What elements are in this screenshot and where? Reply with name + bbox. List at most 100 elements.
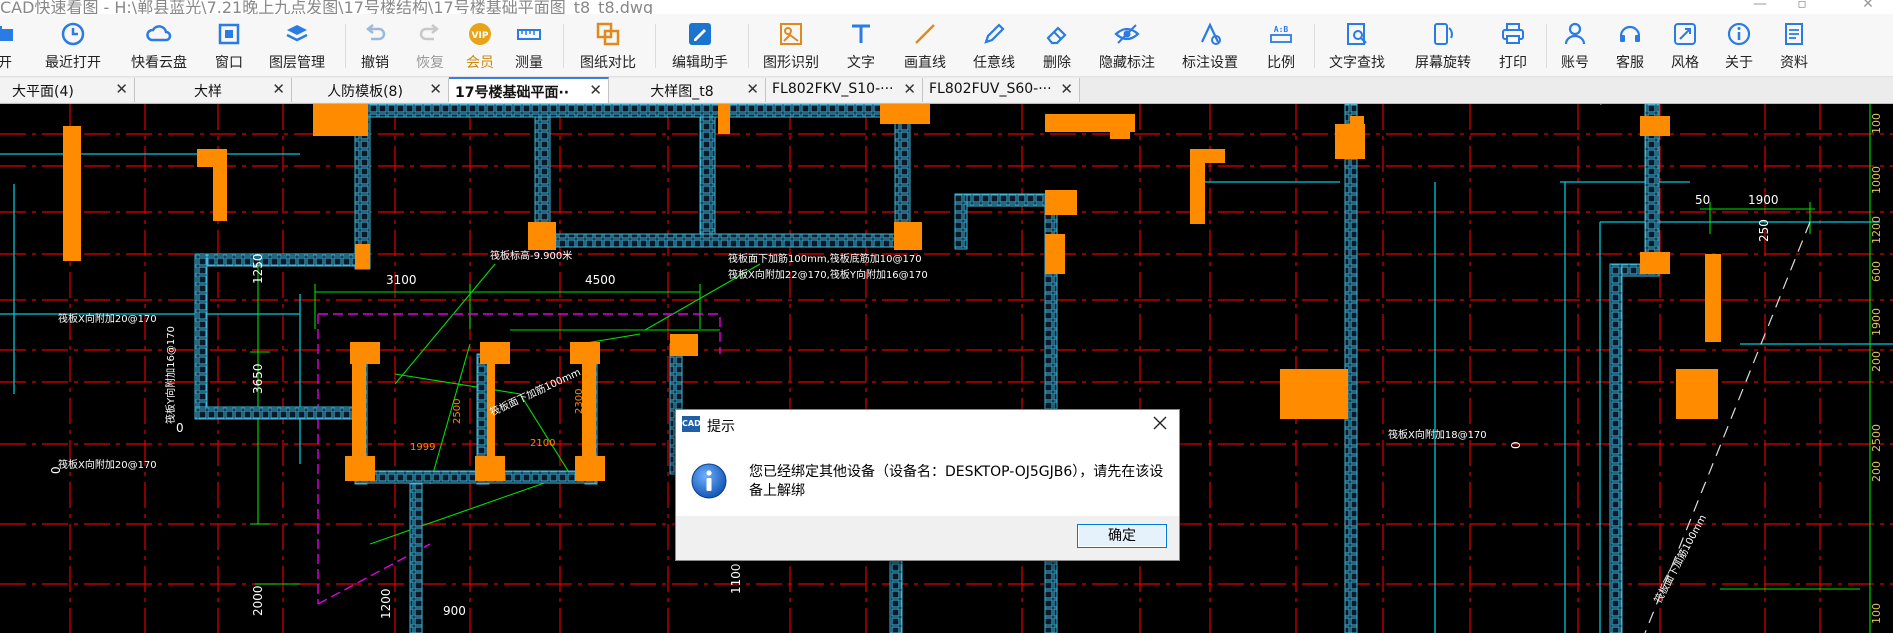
ok-button[interactable]: 确定	[1077, 524, 1167, 548]
hide-annotation-button[interactable]: 隐藏标注	[1092, 14, 1162, 76]
window-button[interactable]: 窗口	[206, 14, 252, 76]
close-icon[interactable]: ✕	[1060, 80, 1073, 98]
dimension-label: 2100	[530, 438, 555, 449]
minimize-button[interactable]: —	[1740, 0, 1780, 13]
prompt-dialog: CAD 提示 您已经绑定其他设备（设备名：DESKTOP-OJ5GJB6），请先…	[675, 409, 1180, 561]
close-icon[interactable]: ✕	[115, 80, 128, 98]
eraser-icon	[1043, 20, 1071, 48]
close-icon	[1153, 416, 1167, 430]
annotation-text: 筏板X向附加20@170	[58, 458, 157, 471]
user-icon	[1561, 20, 1589, 48]
measure-button[interactable]: 测量	[508, 14, 550, 76]
dialog-message: 您已经绑定其他设备（设备名：DESKTOP-OJ5GJB6），请先在该设备上解绑	[749, 464, 1164, 499]
text-search-button[interactable]: 文字查找	[1322, 14, 1392, 76]
scale-button[interactable]: A:B 比例	[1260, 14, 1302, 76]
shape-recognition-button[interactable]: 图形识别	[756, 14, 826, 76]
dimension-label: 1900	[1870, 308, 1883, 336]
close-window-button[interactable]: ✕	[1848, 0, 1888, 13]
layers-icon	[283, 20, 311, 48]
recent-open-button[interactable]: 最近打开	[38, 14, 108, 76]
dimension-label: 250	[1757, 219, 1771, 242]
dimension-label: 2300	[574, 389, 585, 414]
right-dimension-ladder: 100 1000 1200 600 1900 200 2500 200 100	[1870, 113, 1883, 624]
print-button[interactable]: 打印	[1492, 14, 1534, 76]
tab-fl802fuv[interactable]: FL802FUV_S60-··· ✕	[923, 78, 1080, 102]
resources-button[interactable]: 资料	[1773, 14, 1815, 76]
draw-line-button[interactable]: 画直线	[898, 14, 952, 76]
dimension-label: 200	[1870, 461, 1883, 482]
dialog-body: 您已经绑定其他设备（设备名：DESKTOP-OJ5GJB6），请先在该设备上解绑	[676, 440, 1179, 516]
close-icon[interactable]: ✕	[746, 80, 759, 98]
cloud-icon	[145, 20, 173, 48]
vip-icon: VIP	[466, 20, 494, 48]
redo-button[interactable]: 恢复	[410, 14, 450, 76]
drawing-compare-button[interactable]: 图纸对比	[573, 14, 643, 76]
text-search-icon	[1343, 20, 1371, 48]
tab-da-pingmian[interactable]: 大平面(4) ✕	[0, 78, 135, 102]
undo-button[interactable]: 撤销	[355, 14, 395, 76]
annotation-text: 筏板X向附加20@170	[58, 312, 157, 325]
dimension-label: 100	[1870, 113, 1883, 134]
edit-assistant-button[interactable]: 编辑助手	[664, 14, 736, 76]
customer-service-button[interactable]: 客服	[1609, 14, 1651, 76]
rotate-screen-icon	[1429, 20, 1457, 48]
maximize-button[interactable]: ▫	[1782, 0, 1822, 13]
info-icon	[1725, 20, 1753, 48]
about-button[interactable]: 关于	[1718, 14, 1760, 76]
toolbar-separator	[655, 24, 656, 68]
close-icon[interactable]: ✕	[589, 81, 602, 99]
dialog-footer: 确定	[676, 516, 1179, 560]
annotation-settings-button[interactable]: 标注设置	[1175, 14, 1245, 76]
toolbar-separator	[345, 24, 346, 68]
dimension-label: 1200	[379, 588, 393, 619]
style-button[interactable]: 风格	[1664, 14, 1706, 76]
redo-icon	[416, 20, 444, 48]
close-icon[interactable]: ✕	[903, 80, 916, 98]
dimension-label: 900	[443, 604, 466, 618]
window-icon	[215, 20, 243, 48]
freehand-line-button[interactable]: 任意线	[967, 14, 1021, 76]
scale-icon: A:B	[1267, 20, 1295, 48]
dialog-titlebar[interactable]: CAD 提示	[676, 410, 1179, 440]
info-circle-icon	[690, 462, 728, 500]
tab-dayangtu-t8[interactable]: 大样图_t8 ✕	[609, 78, 766, 102]
dimension-label: 2500	[452, 399, 463, 424]
window-title: CAD快速看图 - H:\郸县蓝光\7.21晚上九点发图\17号楼结构\17号楼…	[0, 0, 654, 14]
dialog-title: 提示	[707, 419, 735, 435]
text-tool-button[interactable]: 文字	[840, 14, 882, 76]
dialog-close-button[interactable]	[1149, 412, 1171, 434]
open-button[interactable]: 开	[0, 14, 20, 76]
close-icon[interactable]: ✕	[429, 80, 442, 98]
recent-clock-icon	[59, 20, 87, 48]
edit-assistant-icon	[686, 20, 714, 48]
tab-renfang-muban[interactable]: 人防模板(8) ✕	[292, 78, 449, 102]
close-icon[interactable]: ✕	[272, 80, 285, 98]
cyan-lines	[0, 153, 1893, 633]
open-folder-icon	[0, 20, 19, 48]
dimension-label: 1900	[1748, 193, 1779, 207]
layer-manager-button[interactable]: 图层管理	[262, 14, 332, 76]
headset-icon	[1616, 20, 1644, 48]
svg-text:VIP: VIP	[472, 31, 489, 41]
tab-fl802fkv[interactable]: FL802FKV_S10-··· ✕	[766, 78, 923, 102]
dimension-label: 4500	[585, 273, 616, 287]
vip-button[interactable]: VIP 会员	[460, 14, 500, 76]
delete-button[interactable]: 删除	[1036, 14, 1078, 76]
annotation-settings-icon	[1196, 20, 1224, 48]
dimension-label: 1200	[1870, 216, 1883, 244]
line-icon	[911, 20, 939, 48]
dimension-label: 3650	[251, 363, 265, 394]
toolbar-separator	[1314, 24, 1315, 68]
cloud-disk-button[interactable]: 快看云盘	[124, 14, 194, 76]
dimension-label: 200	[1870, 351, 1883, 372]
style-icon	[1671, 20, 1699, 48]
tab-17-foundation-plan[interactable]: 17号楼基础平面·· ✕	[449, 77, 609, 103]
dimension-label: 600	[1870, 261, 1883, 282]
shape-recognize-icon	[777, 20, 805, 48]
pen-icon	[980, 20, 1008, 48]
tab-dayang[interactable]: 大样 ✕	[135, 78, 292, 102]
printer-icon	[1499, 20, 1527, 48]
dimension-label: 1000	[1870, 166, 1883, 194]
screen-rotate-button[interactable]: 屏幕旋转	[1408, 14, 1478, 76]
account-button[interactable]: 账号	[1554, 14, 1596, 76]
